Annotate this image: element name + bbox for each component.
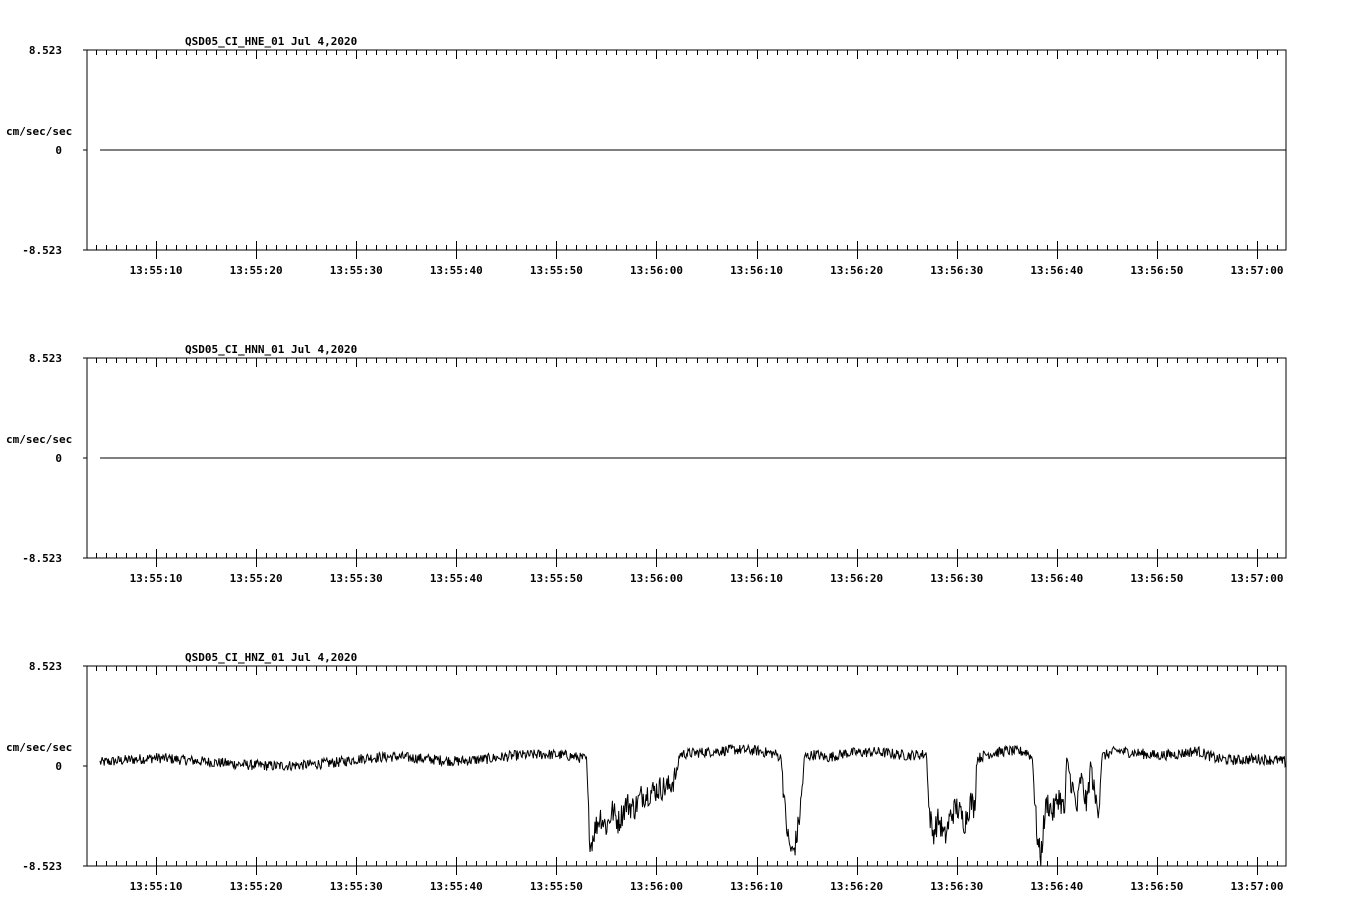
- y-axis-label: cm/sec/sec: [6, 433, 72, 446]
- x-tick-label: 13:56:30: [930, 880, 983, 893]
- x-tick-label: 13:56:40: [1030, 264, 1083, 277]
- x-tick-label: 13:56:50: [1130, 264, 1183, 277]
- panel-title: QSD05_CI_HNE_01 Jul 4,2020: [185, 35, 357, 48]
- x-tick-label: 13:55:50: [530, 880, 583, 893]
- y-axis-label: cm/sec/sec: [6, 741, 72, 754]
- panel-2: QSD05_CI_HNN_01 Jul 4,2020 8.523 0 -8.523 cm…: [6, 343, 1287, 585]
- x-tick-label: 13:56:00: [630, 264, 683, 277]
- x-tick-label: 13:56:30: [930, 572, 983, 585]
- y-tick-label-bottom: -8.523: [22, 552, 62, 565]
- y-tick-label-top: 8.523: [29, 352, 62, 365]
- y-tick-label-top: 8.523: [29, 44, 62, 57]
- x-tick-label: 13:56:10: [730, 264, 783, 277]
- y-tick-label-bottom: -8.523: [22, 860, 62, 873]
- y-tick-label-top: 8.523: [29, 660, 62, 673]
- panel-title: QSD05_CI_HNZ_01 Jul 4,2020: [185, 651, 357, 664]
- x-tick-label: 13:55:10: [130, 572, 183, 585]
- x-tick-label: 13:55:50: [530, 572, 583, 585]
- panel-title: QSD05_CI_HNN_01 Jul 4,2020: [185, 343, 357, 356]
- panel-3: QSD05_CI_HNZ_01 Jul 4,2020 8.523 0 -8.523 cm…: [6, 651, 1287, 893]
- panels: QSD05_CI_HNE_01 Jul 4,2020 8.523 0 -8.523 cm…: [6, 35, 1287, 893]
- x-tick-label: 13:55:30: [330, 880, 383, 893]
- x-tick-label: 13:56:00: [630, 880, 683, 893]
- x-tick-label: 13:56:30: [930, 264, 983, 277]
- x-tick-label: 13:56:40: [1030, 572, 1083, 585]
- x-tick-label: 13:56:20: [830, 572, 883, 585]
- x-tick-label: 13:55:40: [430, 572, 483, 585]
- x-tick-label: 13:57:00: [1230, 264, 1283, 277]
- y-tick-label-bottom: -8.523: [22, 244, 62, 257]
- panel-1: QSD05_CI_HNE_01 Jul 4,2020 8.523 0 -8.523 cm…: [6, 35, 1287, 277]
- x-tick-label: 13:56:50: [1130, 880, 1183, 893]
- y-tick-label-zero: 0: [55, 452, 62, 465]
- x-tick-label: 13:55:20: [230, 880, 283, 893]
- x-tick-label: 13:56:20: [830, 880, 883, 893]
- x-tick-label: 13:56:10: [730, 880, 783, 893]
- x-tick-label: 13:55:20: [230, 264, 283, 277]
- x-tick-label: 13:55:50: [530, 264, 583, 277]
- x-tick-label: 13:55:10: [130, 264, 183, 277]
- x-tick-label: 13:57:00: [1230, 572, 1283, 585]
- y-tick-label-zero: 0: [55, 144, 62, 157]
- series-trace: [99, 743, 1287, 867]
- x-tick-label: 13:56:10: [730, 572, 783, 585]
- x-tick-label: 13:55:40: [430, 880, 483, 893]
- x-tick-label: 13:55:40: [430, 264, 483, 277]
- x-tick-label: 13:56:20: [830, 264, 883, 277]
- x-tick-label: 13:57:00: [1230, 880, 1283, 893]
- x-tick-label: 13:55:30: [330, 264, 383, 277]
- y-axis-label: cm/sec/sec: [6, 125, 72, 138]
- x-tick-label: 13:55:30: [330, 572, 383, 585]
- x-tick-label: 13:56:50: [1130, 572, 1183, 585]
- seismogram-chart: QSD05_CI_HNE_01 Jul 4,2020 8.523 0 -8.523 cm…: [6, 35, 1287, 893]
- x-tick-label: 13:56:00: [630, 572, 683, 585]
- x-tick-label: 13:55:10: [130, 880, 183, 893]
- x-tick-label: 13:56:40: [1030, 880, 1083, 893]
- x-tick-label: 13:55:20: [230, 572, 283, 585]
- y-tick-label-zero: 0: [55, 760, 62, 773]
